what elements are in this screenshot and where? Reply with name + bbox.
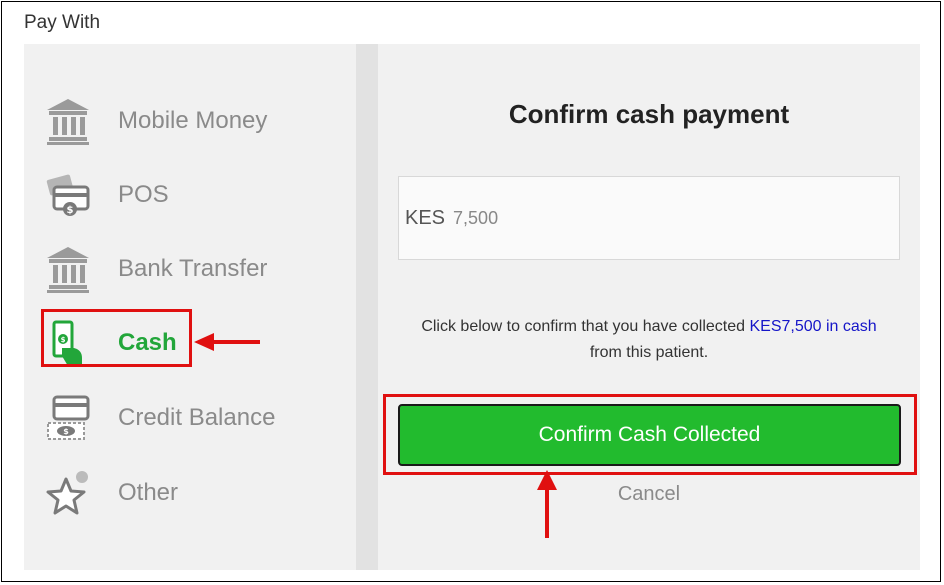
method-label: Credit Balance (118, 404, 276, 431)
method-mobile-money[interactable]: Mobile Money (44, 94, 267, 148)
cash-highlight-box (41, 309, 192, 367)
method-other[interactable]: Other (44, 466, 178, 520)
method-credit-balance[interactable]: $ Credit Balance (44, 391, 275, 445)
method-pos[interactable]: $ POS (44, 168, 169, 222)
amount-input[interactable] (451, 206, 856, 230)
svg-text:$: $ (63, 427, 69, 436)
message-suffix: from this patient. (589, 344, 709, 361)
dialog-title: Pay With (24, 12, 101, 33)
bank-icon (44, 244, 92, 294)
method-label: Bank Transfer (118, 255, 268, 282)
amount-field[interactable]: KES (398, 176, 900, 260)
annotation-arrow-left-icon (194, 333, 260, 351)
bank-icon (44, 96, 92, 146)
message-highlight: KES7,500 in cash (749, 318, 877, 335)
panel-divider (356, 44, 378, 570)
method-label: Other (118, 479, 179, 506)
annotation-arrow-up-icon (537, 470, 557, 538)
confirm-title: Confirm cash payment (508, 99, 790, 129)
svg-text:$: $ (67, 205, 74, 216)
message-prefix: Click below to confirm that you have col… (421, 318, 750, 335)
method-label: POS (118, 181, 169, 208)
cancel-button[interactable]: Cancel (378, 483, 920, 506)
confirm-cash-collected-button[interactable]: Confirm Cash Collected (398, 404, 901, 466)
method-bank-transfer[interactable]: Bank Transfer (44, 242, 267, 296)
method-label: Mobile Money (118, 107, 268, 134)
credit-balance-icon: $ (44, 393, 92, 443)
confirm-message: Click below to confirm that you have col… (378, 314, 920, 366)
pos-card-icon: $ (44, 170, 92, 220)
star-icon (44, 468, 92, 518)
currency-label: KES (405, 206, 446, 229)
